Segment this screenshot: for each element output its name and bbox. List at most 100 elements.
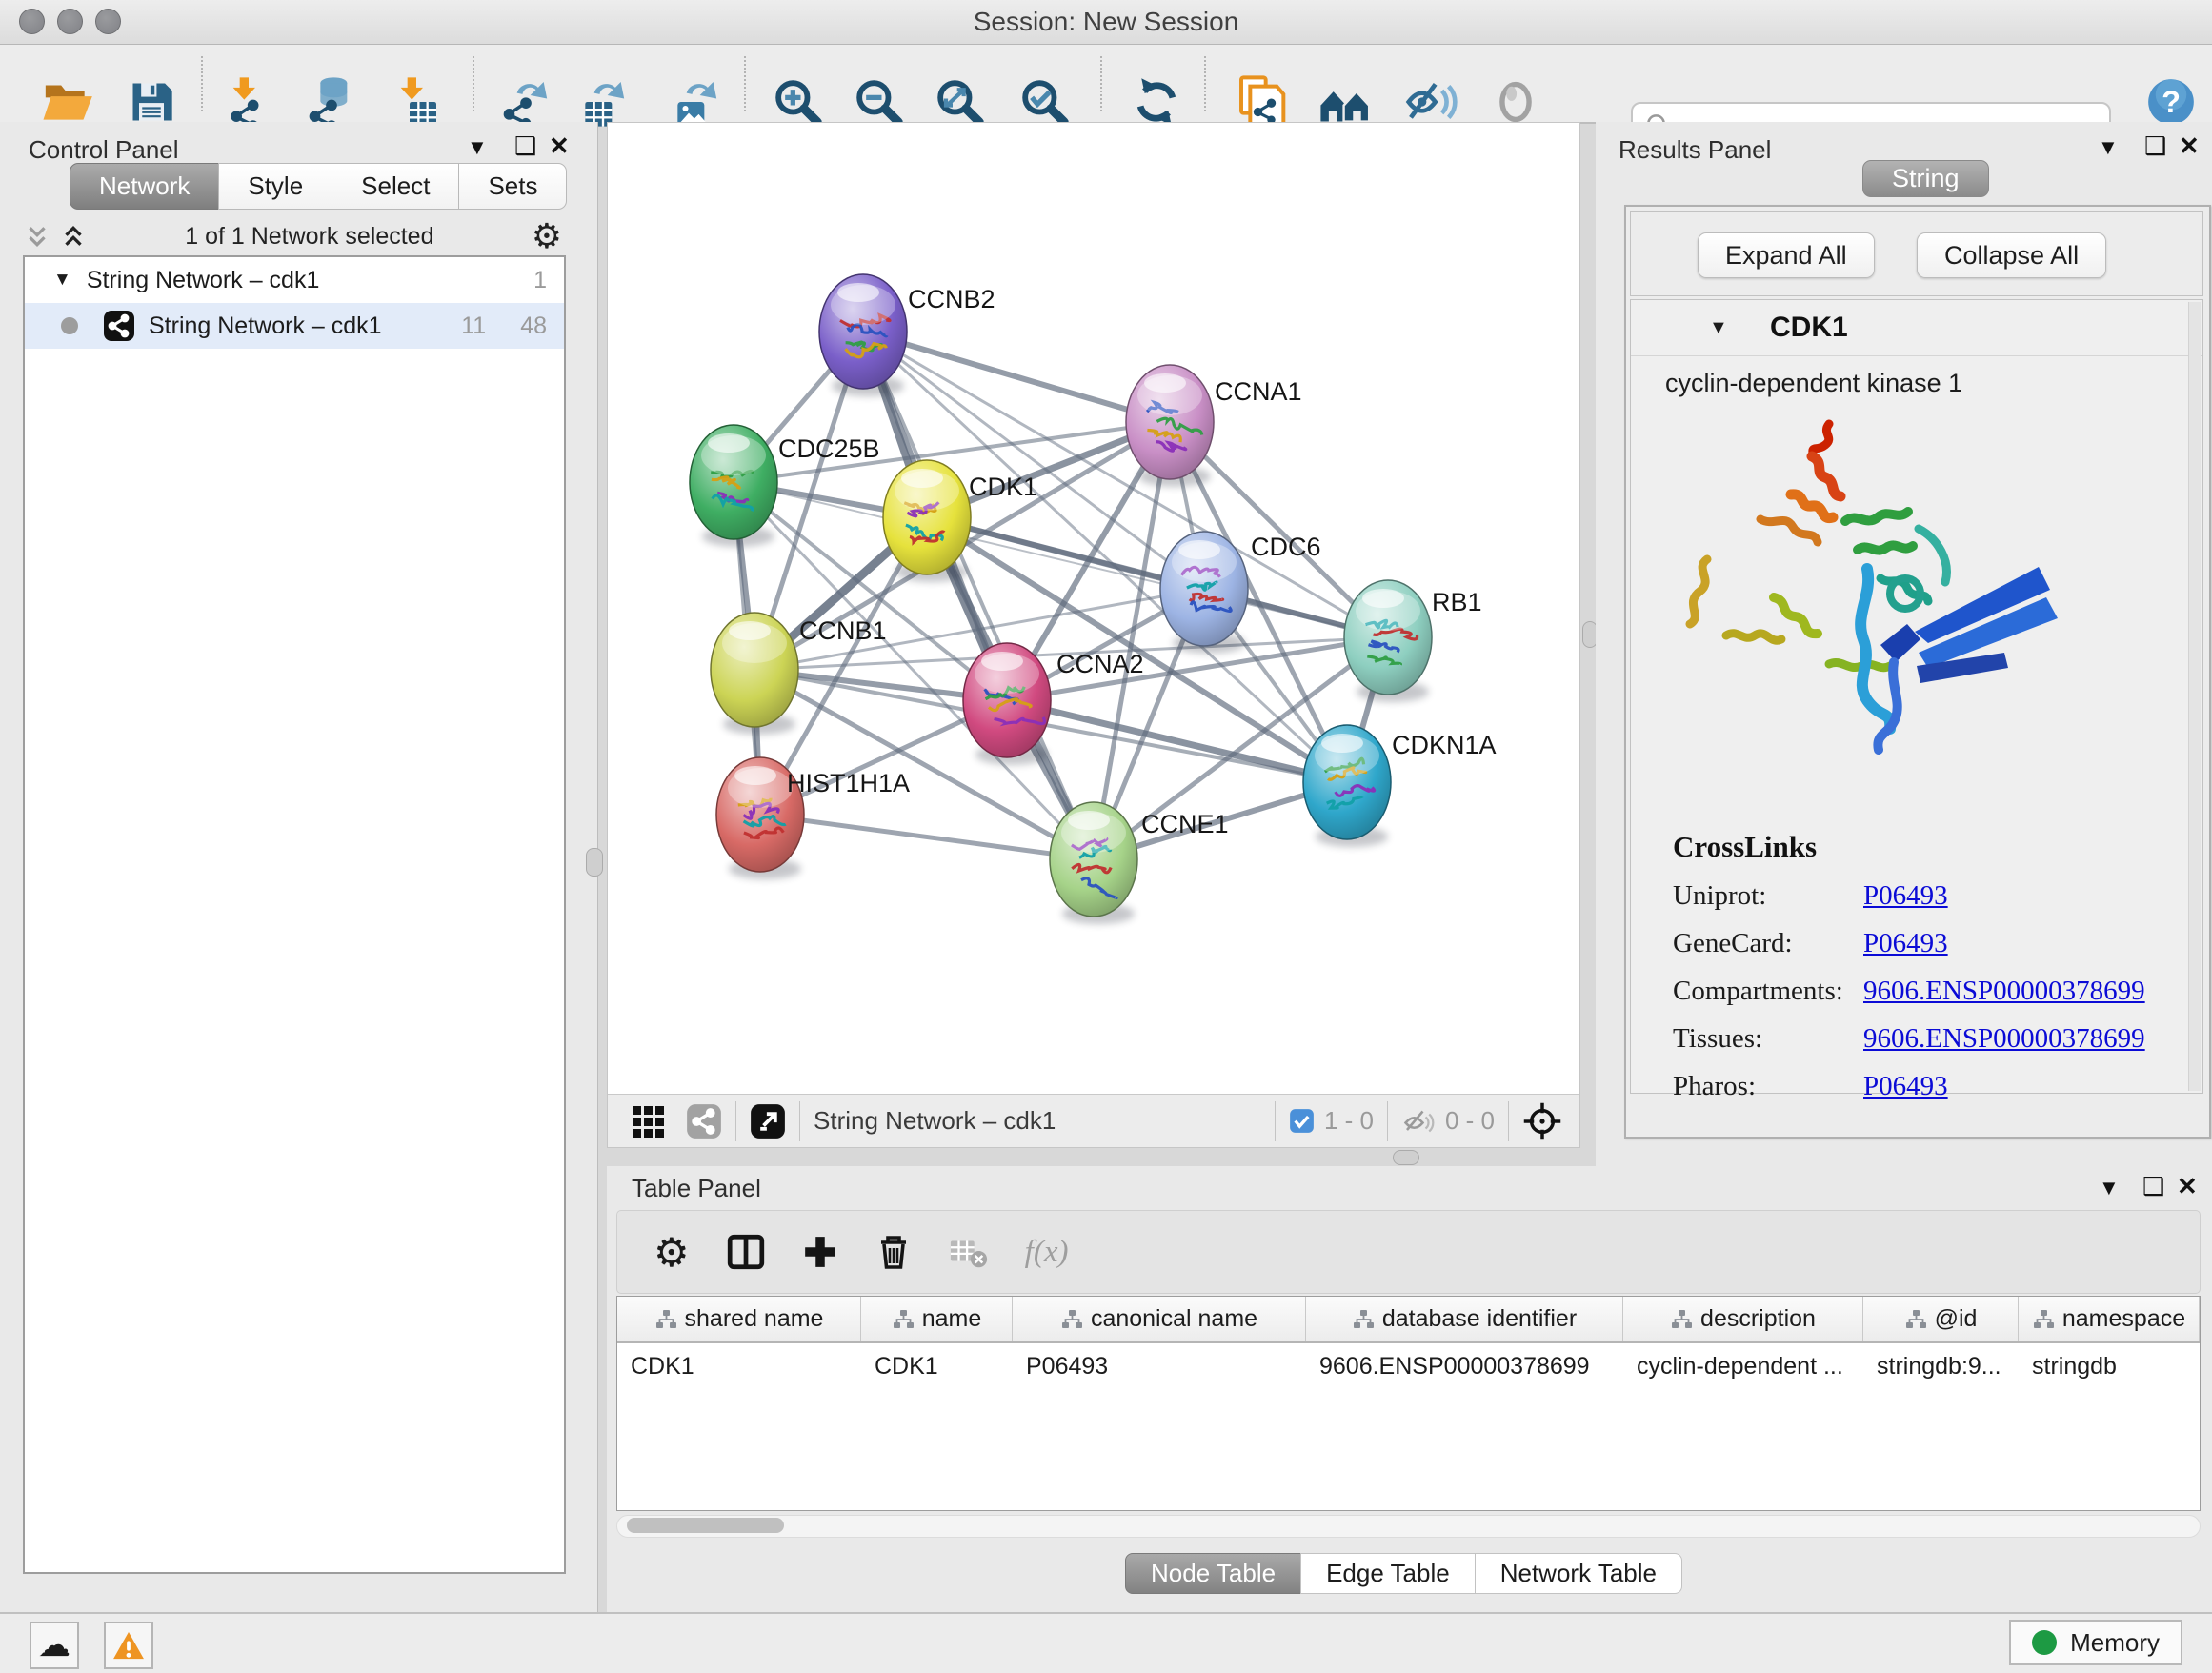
results-panel: Results Panel ▼ ❑ ✕ String Expand All Co…	[1596, 122, 2212, 1166]
table-row[interactable]: CDK1CDK1P064939606.ENSP00000378699cyclin…	[617, 1343, 2200, 1389]
node-label: CCNE1	[1141, 810, 1229, 838]
network-node-ccnb1[interactable]: CCNB1	[711, 613, 887, 735]
expand-all-button[interactable]: Expand All	[1698, 232, 1875, 278]
panel-close-icon[interactable]: ✕	[549, 131, 570, 160]
panel-close-icon[interactable]: ✕	[2177, 1172, 2198, 1200]
tab-select[interactable]: Select	[332, 163, 459, 210]
column-header-database-identifier[interactable]: database identifier	[1306, 1297, 1623, 1341]
share-network-icon[interactable]	[686, 1103, 722, 1139]
collapse-all-button[interactable]: Collapse All	[1917, 232, 2106, 278]
function-builder-icon[interactable]: f(x)	[1025, 1235, 1069, 1270]
section-collapse-icon[interactable]: ▼	[1709, 317, 1728, 339]
table-cell[interactable]: stringdb	[2019, 1353, 2200, 1381]
gear-icon[interactable]: ⚙	[532, 216, 562, 256]
hidden-eye-icon[interactable]	[1401, 1104, 1436, 1139]
panel-collapse-icon[interactable]: ▼	[2098, 133, 2119, 162]
column-header-canonical-name[interactable]: canonical name	[1013, 1297, 1306, 1341]
column-header--id[interactable]: @id	[1863, 1297, 2019, 1341]
network-node-cdkn1a[interactable]: CDKN1A	[1303, 725, 1497, 847]
table-horizontal-scrollbar[interactable]	[616, 1515, 2201, 1538]
network-svg[interactable]: CCNB2CCNA1CDC25BCDK1CDC6RB1CCNB1CCNA2CDK…	[608, 123, 1579, 1094]
crosslink-link[interactable]: P06493	[1863, 1071, 1948, 1102]
network-node-rb1[interactable]: RB1	[1344, 580, 1482, 702]
crosshair-icon[interactable]	[1522, 1101, 1562, 1141]
panel-close-icon[interactable]: ✕	[2179, 131, 2200, 160]
tab-style[interactable]: Style	[218, 163, 332, 210]
tab-string[interactable]: String	[1862, 160, 1989, 197]
crosslink-row: Compartments:9606.ENSP00000378699	[1673, 976, 2187, 1007]
network-node-hist1h1a[interactable]: HIST1H1A	[716, 757, 910, 879]
crosslink-link[interactable]: 9606.ENSP00000378699	[1863, 1023, 2145, 1055]
network-node-ccna2[interactable]: CCNA2	[963, 643, 1144, 765]
toolbar-separator	[1204, 56, 1206, 111]
tree-expand-icon[interactable]: ▼	[53, 270, 71, 291]
gene-section-header[interactable]: ▼ CDK1	[1631, 300, 2202, 356]
table-settings-gear-icon[interactable]: ⚙	[654, 1229, 690, 1276]
column-header-namespace[interactable]: namespace	[2019, 1297, 2200, 1341]
tab-sets[interactable]: Sets	[458, 163, 567, 210]
network-node-cdc25b[interactable]: CDC25B	[690, 425, 880, 547]
table-cell[interactable]: cyclin-dependent ...	[1623, 1353, 1863, 1381]
network-collection-label: String Network – cdk1	[87, 267, 533, 294]
network-row-selected[interactable]: String Network – cdk1 11 48	[25, 303, 564, 349]
tab-network[interactable]: Network	[70, 163, 219, 210]
network-node-ccnb2[interactable]: CCNB2	[819, 274, 995, 396]
column-header-description[interactable]: description	[1623, 1297, 1863, 1341]
results-scrollbar[interactable]	[2188, 302, 2201, 1091]
network-node-ccne1[interactable]: CCNE1	[1050, 802, 1229, 924]
network-collection-row[interactable]: ▼ String Network – cdk1 1	[25, 257, 564, 303]
memory-label: Memory	[2070, 1628, 2160, 1658]
node-label: HIST1H1A	[787, 769, 910, 797]
control-panel-title: Control Panel	[29, 135, 179, 165]
panel-float-icon[interactable]: ❑	[2142, 1172, 2164, 1200]
open-in-new-icon[interactable]	[750, 1103, 786, 1139]
column-header-shared-name[interactable]: shared name	[617, 1297, 861, 1341]
table-cell[interactable]: stringdb:9...	[1863, 1353, 2019, 1381]
tab-node-table[interactable]: Node Table	[1125, 1553, 1301, 1594]
panel-float-icon[interactable]: ❑	[2144, 131, 2166, 160]
tab-edge-table[interactable]: Edge Table	[1300, 1553, 1476, 1594]
column-header-label: description	[1700, 1305, 1816, 1333]
network-list-header: 1 of 1 Network selected ⚙	[23, 217, 562, 255]
crosslink-link[interactable]: P06493	[1863, 880, 1948, 912]
add-column-icon[interactable]	[802, 1234, 838, 1270]
network-list: ▼ String Network – cdk1 1 String Network…	[23, 255, 566, 1574]
panel-collapse-icon[interactable]: ▼	[467, 133, 488, 162]
memory-button[interactable]: Memory	[2009, 1620, 2182, 1665]
network-view[interactable]: CCNB2CCNA1CDC25BCDK1CDC6RB1CCNB1CCNA2CDK…	[607, 122, 1580, 1148]
panel-float-icon[interactable]: ❑	[514, 131, 536, 160]
horizontal-splitter-grip[interactable]	[1393, 1150, 1419, 1165]
collapse-all-icon[interactable]	[23, 222, 51, 251]
column-header-label: shared name	[685, 1305, 824, 1333]
statusbar-divider	[1508, 1101, 1509, 1141]
warnings-button[interactable]	[104, 1622, 153, 1669]
expand-all-icon[interactable]	[59, 222, 88, 251]
clear-table-icon[interactable]	[949, 1232, 989, 1272]
column-header-name[interactable]: name	[861, 1297, 1013, 1341]
network-edge[interactable]	[760, 815, 1094, 859]
node-label: CCNA2	[1056, 650, 1144, 678]
show-columns-icon[interactable]	[726, 1232, 766, 1272]
crosslink-row: GeneCard:P06493	[1673, 928, 2187, 959]
table-cell[interactable]: 9606.ENSP00000378699	[1306, 1353, 1623, 1381]
selected-count: 1 - 0	[1324, 1106, 1374, 1136]
table-header-row: shared name namecanonical namedatabase id…	[617, 1297, 2200, 1343]
table-cell[interactable]: P06493	[1013, 1353, 1306, 1381]
delete-column-icon[interactable]	[875, 1233, 913, 1271]
table-panel: Table Panel ▼ ❑ ✕ ⚙ f(x) shared namename…	[607, 1166, 2212, 1612]
crosslink-link[interactable]: P06493	[1863, 928, 1948, 959]
selected-checkbox-icon[interactable]	[1289, 1108, 1315, 1134]
network-view-statusbar: String Network – cdk1 1 - 0 0 - 0	[608, 1094, 1579, 1147]
vertical-splitter-grip[interactable]	[586, 848, 603, 877]
scrollbar-thumb[interactable]	[627, 1518, 784, 1533]
node-label: CDKN1A	[1392, 731, 1497, 759]
tab-network-table[interactable]: Network Table	[1475, 1553, 1682, 1594]
crosslink-link[interactable]: 9606.ENSP00000378699	[1863, 976, 2145, 1007]
table-cell[interactable]: CDK1	[861, 1353, 1013, 1381]
network-node-cdk1[interactable]: CDK1	[883, 460, 1037, 582]
birdseye-grid-icon[interactable]	[631, 1104, 665, 1139]
panel-collapse-icon[interactable]: ▼	[2099, 1174, 2120, 1202]
network-edge[interactable]	[863, 332, 1170, 422]
table-cell[interactable]: CDK1	[617, 1353, 861, 1381]
cloud-status-button[interactable]: ☁	[30, 1622, 79, 1669]
